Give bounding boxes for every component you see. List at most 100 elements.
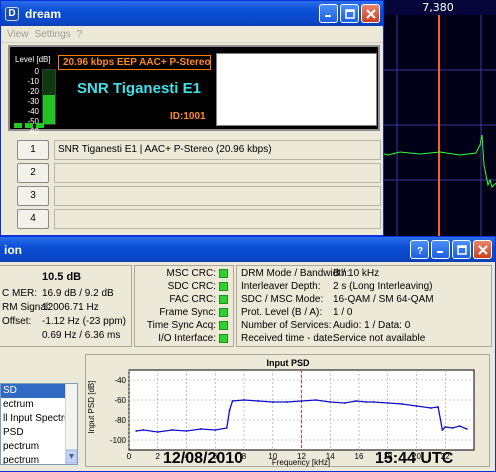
io-interface-led xyxy=(219,334,228,343)
sysev-close-button[interactable] xyxy=(473,240,492,259)
service-row: 2 xyxy=(17,163,381,183)
chart-data-point xyxy=(355,400,358,402)
chart-data-point xyxy=(231,400,234,402)
service-row: 3 xyxy=(17,186,381,206)
text-message-box xyxy=(216,53,377,126)
time-sync-label: Time Sync Acq: xyxy=(146,320,216,331)
dream-titlebar: D dream xyxy=(1,1,383,26)
system-evaluation-window: ion ? 10.5 dB C MER: 16.9 dB / 9.2 dB RM… xyxy=(0,236,496,472)
service-button-2[interactable]: 2 xyxy=(17,163,49,183)
sysev-maximize-button[interactable] xyxy=(452,240,471,259)
fac-crc-led xyxy=(219,295,228,304)
offset-value: -1.12 Hz (-23 ppm) xyxy=(42,316,126,327)
frame-sync-led xyxy=(219,308,228,317)
chart-type-list[interactable]: SD ectrum ll Input Spectrum PSD pectrum … xyxy=(0,383,78,465)
spectrum-scope: 7,380 xyxy=(380,0,496,236)
chart-x-tick-label: 12 xyxy=(297,452,306,461)
chart-data-point xyxy=(451,427,454,429)
chart-y-ticks: -40 -60 -80 -100 xyxy=(110,376,127,445)
chart-data-point xyxy=(199,428,202,430)
sdc-crc-label: SDC CRC: xyxy=(167,281,216,292)
level-tick: -30 xyxy=(27,97,39,106)
chart-data-point xyxy=(257,400,260,402)
chart-x-tick-label: 2 xyxy=(156,452,161,461)
chart-data-point xyxy=(214,429,217,431)
sysev-context-help-button[interactable]: ? xyxy=(410,240,429,259)
close-icon xyxy=(477,244,488,255)
num-services-label: Number of Services: xyxy=(241,320,332,331)
service-label-3 xyxy=(54,186,381,206)
msc-crc-led xyxy=(219,269,228,278)
menu-view[interactable]: View xyxy=(7,29,29,40)
sdc-msc-mode-label: SDC / MSC Mode: xyxy=(241,294,324,305)
chart-x-tick-label: 10 xyxy=(268,452,277,461)
chart-data-point xyxy=(415,405,418,407)
chart-data-point xyxy=(429,407,432,409)
scope-frequency-label: 7,380 xyxy=(422,1,454,14)
receiver-display: Level [dB] 0 -10 -20 -30 -40 -50 -60 20.… xyxy=(8,45,380,136)
service-button-1[interactable]: 1 xyxy=(17,140,49,160)
prot-level-label: Prot. Level (B / A): xyxy=(241,307,323,318)
prot-level-value: 1 / 0 xyxy=(333,307,353,318)
bitrate-info: 20.96 kbps EEP AAC+ P-Stereo xyxy=(58,55,211,70)
chart-y-tick-label: -100 xyxy=(110,436,127,445)
menu-settings[interactable]: Settings xyxy=(35,29,71,40)
level-label: Level [dB] xyxy=(15,55,51,64)
chart-data-point xyxy=(386,402,389,404)
close-button[interactable] xyxy=(361,4,380,23)
chart-data-point xyxy=(156,431,159,433)
status-led-2 xyxy=(25,123,33,128)
interleaver-value: 2 s (Long Interleaving) xyxy=(333,281,433,292)
chart-data-point xyxy=(271,401,274,403)
interleaver-label: Interleaver Depth: xyxy=(241,281,321,292)
sysev-titlebar: ion ? xyxy=(0,237,495,262)
minimize-button[interactable] xyxy=(319,4,338,23)
list-scrollbar[interactable] xyxy=(65,384,77,464)
level-tick: -40 xyxy=(27,107,39,116)
level-meter-fill xyxy=(43,95,55,124)
chart-y-tick-label: -60 xyxy=(114,396,126,405)
msc-crc-label: MSC CRC: xyxy=(166,268,216,279)
chart-data-point xyxy=(185,430,188,432)
snr-value: 10.5 dB xyxy=(42,271,82,283)
dream-window-title: dream xyxy=(25,6,62,21)
fac-crc-label: FAC CRC: xyxy=(169,294,216,305)
mer-label: C MER: xyxy=(2,288,37,299)
service-button-4[interactable]: 4 xyxy=(17,209,49,229)
station-id: ID:1001 xyxy=(170,111,206,122)
chart-data-point xyxy=(372,401,375,403)
mer-value: 16.9 dB / 9.2 dB xyxy=(42,288,114,299)
level-tick: -20 xyxy=(27,87,39,96)
num-services-value: Audio: 1 / Data: 0 xyxy=(333,320,411,331)
menu-bar: View Settings ? xyxy=(1,26,383,43)
level-tick: -10 xyxy=(27,77,39,86)
level-tick: 0 xyxy=(34,67,39,76)
scope-header: 7,380 xyxy=(380,0,496,15)
dream-window: D dream View Settings ? Level [dB] 0 -10… xyxy=(0,0,384,236)
time-overlay: 15:44 UTC xyxy=(375,450,454,467)
scope-plot xyxy=(380,15,496,236)
maximize-button[interactable] xyxy=(340,4,359,23)
doppler-delay-value: 0.69 Hz / 6.36 ms xyxy=(42,330,121,341)
level-tick: -60 xyxy=(27,127,39,136)
menu-help[interactable]: ? xyxy=(77,29,83,40)
service-row: 4 xyxy=(17,209,381,229)
chart-data-point xyxy=(286,401,289,403)
level-meter xyxy=(42,69,56,125)
chart-y-tick-label: -80 xyxy=(114,416,126,425)
chart-data-point xyxy=(135,430,138,432)
chart-data-point xyxy=(300,400,303,402)
chart-data-point xyxy=(437,406,439,408)
service-button-3[interactable]: 3 xyxy=(17,186,49,206)
drm-info-panel: DRM Mode / Bandwidth: B / 10 kHz Interle… xyxy=(236,265,492,347)
chart-y-tick-label: -40 xyxy=(114,376,126,385)
chart-x-tick-label: 14 xyxy=(326,452,335,461)
sdc-msc-mode-value: 16-QAM / SM 64-QAM xyxy=(333,294,434,305)
minimize-icon xyxy=(437,251,443,253)
chart-data-point xyxy=(444,426,447,428)
sysev-minimize-button[interactable] xyxy=(431,240,450,259)
minimize-icon xyxy=(325,15,331,17)
measurements-panel: 10.5 dB C MER: 16.9 dB / 9.2 dB RM Signa… xyxy=(0,265,132,347)
received-time-label: Received time - date: xyxy=(241,333,336,344)
chart-y-axis-label: Input PSD [dB] xyxy=(87,381,96,434)
